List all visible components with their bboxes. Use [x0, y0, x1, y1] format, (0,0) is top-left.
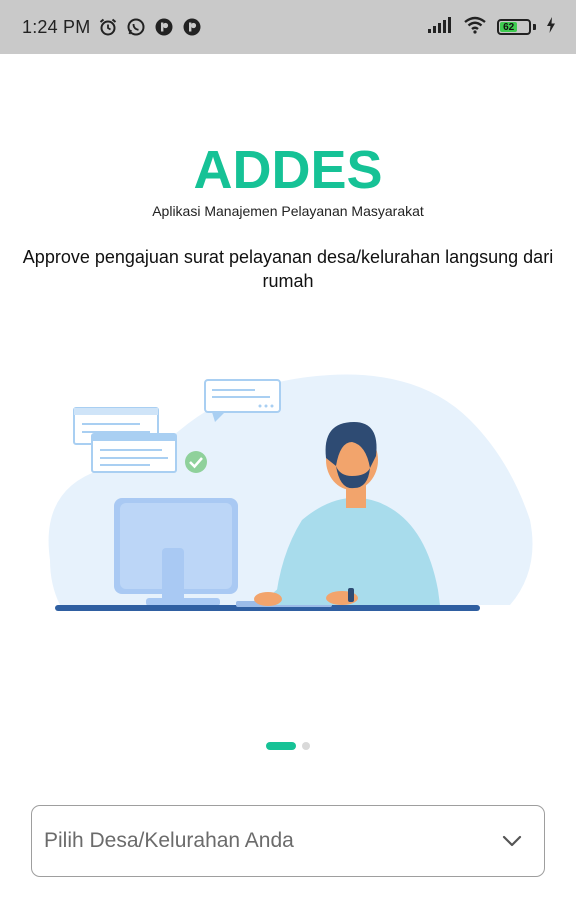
check-icon [185, 451, 207, 473]
chevron-down-icon [502, 831, 522, 851]
status-time: 1:24 PM [22, 16, 91, 37]
app-notification-icon [182, 17, 202, 37]
alarm-icon [98, 17, 118, 37]
document-window-illustration [73, 407, 177, 473]
app-notification-icon [154, 17, 174, 37]
signal-icon [427, 16, 453, 39]
onboarding-tagline: Approve pengajuan surat pelayanan desa/k… [22, 247, 554, 291]
village-select-placeholder: Pilih Desa/Kelurahan Anda [44, 829, 294, 852]
battery-body: 62 [497, 19, 531, 35]
app-title: ADDES [193, 140, 383, 200]
village-select-dropdown[interactable]: Pilih Desa/Kelurahan Anda [31, 805, 545, 877]
monitor-illustration [114, 498, 238, 606]
status-bar: 1:24 PM 62 [0, 0, 576, 54]
charging-icon [546, 16, 556, 38]
battery-level: 62 [500, 22, 518, 33]
whatsapp-icon [126, 17, 146, 37]
pager-dot[interactable] [302, 742, 310, 750]
status-left: 1:24 PM [22, 17, 202, 38]
wifi-icon [463, 16, 487, 39]
battery-cap [533, 24, 536, 30]
onboarding-illustration [40, 370, 540, 620]
pager-dot-active[interactable] [266, 742, 296, 750]
onboarding-pager [0, 742, 576, 750]
battery-icon: 62 [497, 19, 536, 35]
status-right: 62 [427, 16, 556, 39]
app-subtitle: Aplikasi Manajemen Pelayanan Masyarakat [152, 203, 424, 219]
